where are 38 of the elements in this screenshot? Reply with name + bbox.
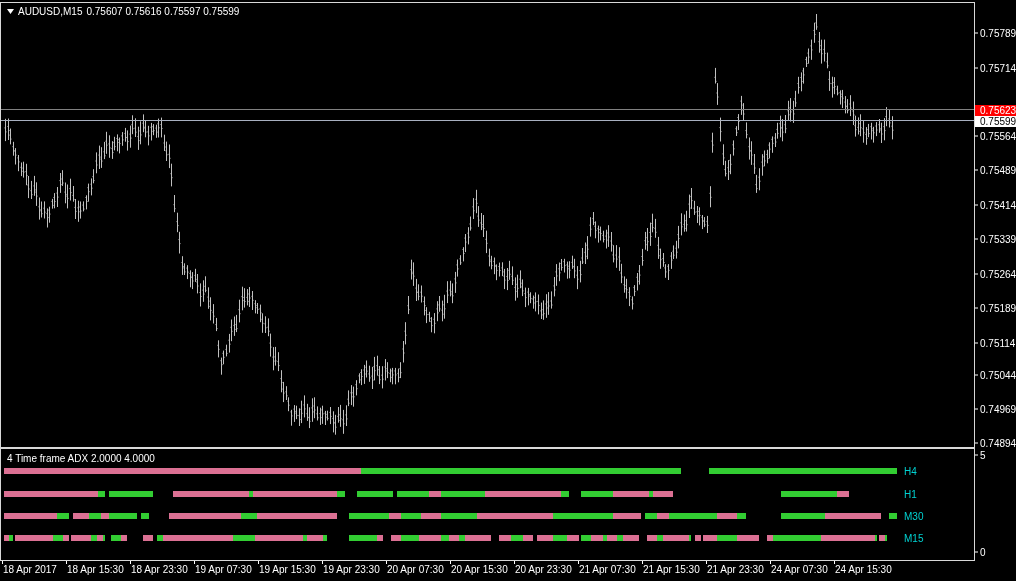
price-label: 0.75339 (975, 233, 1016, 245)
price-label: 0.75714 (975, 62, 1016, 74)
time-label: 24 Apr 07:30 (771, 564, 828, 575)
symbol-label: AUDUSD,M15 (18, 6, 83, 17)
time-label: 21 Apr 07:30 (579, 564, 636, 575)
price-label: 0.75189 (975, 302, 1016, 314)
price-label: 0.75789 (975, 27, 1016, 39)
timeframe-label: M30 (904, 510, 924, 522)
time-label: 18 Apr 2017 (3, 564, 57, 575)
time-label: 18 Apr 15:30 (67, 564, 124, 575)
timeframe-label: H1 (904, 488, 917, 500)
indicator-title: 4 Time frame ADX 2.0000 4.0000 (7, 453, 155, 464)
timeframe-label: H4 (904, 465, 917, 477)
time-label: 20 Apr 15:30 (451, 564, 508, 575)
price-label: 0.75044 (975, 369, 1016, 381)
price-label: 0.75264 (975, 268, 1016, 280)
time-label: 19 Apr 15:30 (259, 564, 316, 575)
price-label: 0.75564 (975, 130, 1016, 142)
time-label: 19 Apr 07:30 (195, 564, 252, 575)
time-label: 21 Apr 23:30 (707, 564, 764, 575)
time-label: 18 Apr 23:30 (131, 564, 188, 575)
time-label: 19 Apr 23:30 (323, 564, 380, 575)
price-label: 0.74894 (975, 437, 1016, 449)
time-label: 20 Apr 23:30 (515, 564, 572, 575)
quote-values: 0.75607 0.75616 0.75597 0.75599 (86, 6, 240, 17)
timeframe-label: M15 (904, 532, 924, 544)
bid-price-tag: 0.75599 (975, 116, 1016, 127)
time-label: 21 Apr 15:30 (643, 564, 700, 575)
scale-label: 0 (975, 546, 986, 558)
price-label: 0.74969 (975, 403, 1016, 415)
time-label: 20 Apr 07:30 (387, 564, 444, 575)
ask-price-tag: 0.75623 (975, 105, 1016, 116)
price-label: 0.75114 (975, 337, 1016, 349)
scale-label: 5 (975, 449, 986, 461)
time-label: 24 Apr 15:30 (835, 564, 892, 575)
dropdown-triangle-icon[interactable] (7, 9, 14, 14)
price-label: 0.75489 (975, 164, 1016, 176)
price-label: 0.75414 (975, 199, 1016, 211)
